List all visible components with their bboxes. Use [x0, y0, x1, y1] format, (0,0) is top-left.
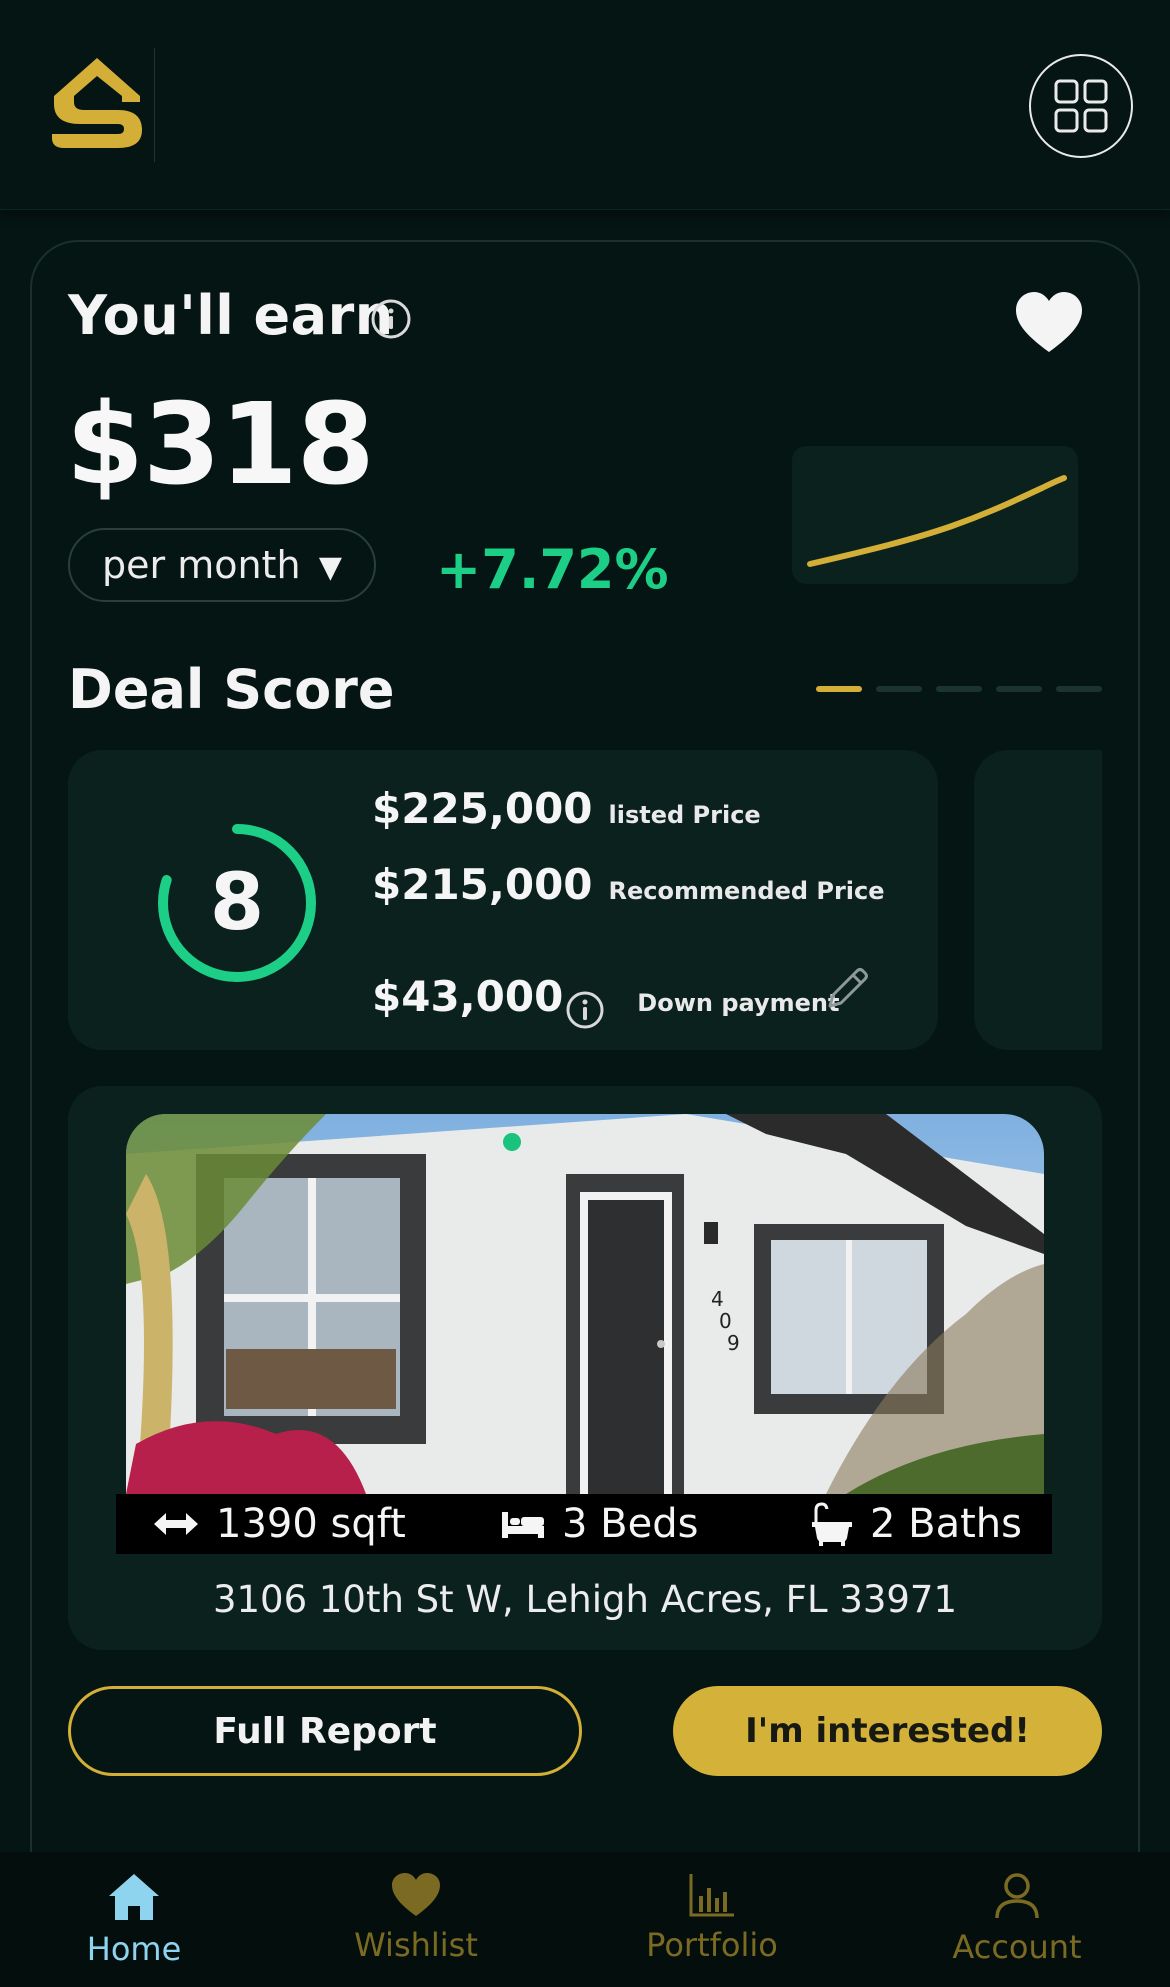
earnings-change-percent: +7.72%	[436, 538, 669, 601]
edit-pencil-icon[interactable]	[822, 964, 872, 1014]
grid-menu-button[interactable]	[1029, 54, 1133, 158]
caret-down-icon: ▼	[318, 550, 342, 585]
logo-divider	[154, 48, 155, 162]
earnings-amount: $318	[66, 380, 375, 510]
listed-price-label: listed Price	[608, 801, 761, 829]
deal-score-value: 8	[209, 858, 265, 948]
carousel-indicator	[816, 686, 1102, 692]
down-payment-label: Down payment	[637, 989, 840, 1017]
grid-icon	[1054, 79, 1108, 133]
deal-score-title: Deal Score	[68, 658, 395, 721]
recommended-price-value: $215,000	[372, 860, 593, 909]
favorite-heart-icon[interactable]	[1014, 290, 1084, 356]
property-address: 3106 10th St W, Lehigh Acres, FL 33971	[212, 1578, 958, 1621]
property-photo[interactable]: 409	[126, 1114, 1044, 1494]
carousel-dot[interactable]	[996, 686, 1042, 692]
user-icon	[995, 1873, 1039, 1919]
listed-price-value: $225,000	[372, 784, 593, 833]
recommended-price-row: $215,000 Recommended Price	[372, 860, 885, 909]
nav-item-portfolio[interactable]: Portfolio	[612, 1872, 812, 1972]
beds-value: 3 Beds	[562, 1501, 699, 1547]
nav-item-account[interactable]: Account	[917, 1872, 1117, 1972]
info-icon[interactable]	[370, 298, 412, 340]
beds-stat: 3 Beds	[500, 1494, 698, 1554]
carousel-dot-active[interactable]	[816, 686, 862, 692]
interested-button[interactable]: I'm interested!	[673, 1686, 1102, 1776]
house-s-logo-icon[interactable]	[44, 50, 150, 154]
nav-label-account: Account	[952, 1928, 1082, 1966]
nav-label-portfolio: Portfolio	[646, 1926, 778, 1964]
next-score-card[interactable]	[974, 750, 1102, 1050]
baths-stat: 2 Baths	[810, 1494, 1022, 1554]
heart-icon	[392, 1873, 440, 1916]
bathtub-icon	[812, 1502, 852, 1546]
full-report-button[interactable]: Full Report	[68, 1686, 582, 1776]
nav-label-wishlist: Wishlist	[354, 1926, 478, 1964]
sqft-value: 1390 sqft	[216, 1501, 406, 1547]
nav-item-wishlist[interactable]: Wishlist	[316, 1872, 516, 1972]
down-payment-value: $43,000	[372, 972, 564, 1021]
sparkline-line	[807, 475, 1067, 567]
nav-label-home: Home	[86, 1930, 182, 1968]
carousel-dot[interactable]	[1056, 686, 1102, 692]
sqft-stat: 1390 sqft	[152, 1494, 406, 1554]
top-header	[0, 0, 1170, 210]
carousel-dot[interactable]	[876, 686, 922, 692]
home-icon	[109, 1874, 159, 1920]
nav-item-home[interactable]: Home	[34, 1872, 234, 1972]
carousel-dot[interactable]	[936, 686, 982, 692]
earnings-title: You'll earn	[68, 284, 394, 347]
down-payment-info-icon[interactable]	[565, 990, 605, 1030]
recommended-price-label: Recommended Price	[608, 877, 885, 905]
period-dropdown[interactable]: per month ▼	[68, 528, 376, 602]
baths-value: 2 Baths	[870, 1501, 1022, 1547]
down-payment-row: $43,000 Down payment	[372, 972, 839, 1021]
arrows-horizontal-icon	[154, 1513, 198, 1535]
bar-chart-icon	[689, 1874, 734, 1917]
property-stats-bar: 1390 sqft 3 Beds 2 Baths	[116, 1494, 1052, 1554]
photo-indicator-dot	[503, 1133, 521, 1151]
app-screen: You'll earn $318 per month ▼ +7.72% Deal…	[0, 0, 1170, 1987]
earnings-trend-sparkline	[792, 446, 1078, 584]
bed-icon	[502, 1512, 544, 1538]
period-dropdown-value: per month	[102, 543, 301, 587]
listed-price-row: $225,000 listed Price	[372, 784, 761, 833]
